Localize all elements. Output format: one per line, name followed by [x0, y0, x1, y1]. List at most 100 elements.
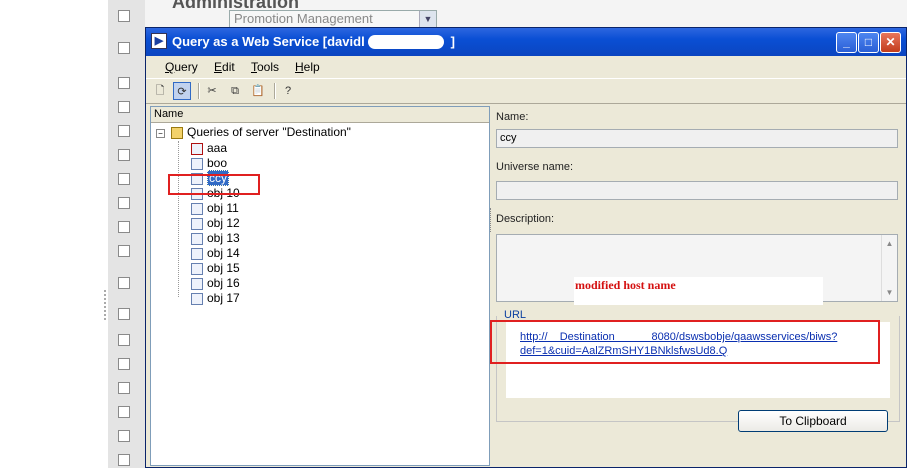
details-pane: Name: ccy Universe name: Description: ▲ … — [490, 106, 904, 466]
menu-tools[interactable]: Tools — [251, 60, 279, 74]
menu-accelerator: H — [295, 60, 304, 74]
tree-item[interactable]: obj 16 — [191, 276, 240, 291]
background-checkbox[interactable] — [118, 277, 130, 289]
cut-icon[interactable]: ✂ — [203, 82, 221, 100]
tree-item-label: obj 15 — [207, 261, 240, 275]
name-field[interactable]: ccy — [496, 129, 898, 148]
query-tree[interactable]: Name − Queries of server "Destination" a… — [150, 106, 490, 466]
tree-item-label: boo — [207, 156, 228, 170]
query-icon — [191, 262, 203, 275]
query-icon — [191, 232, 203, 245]
toolbar-separator — [198, 83, 200, 99]
background-checkbox-column — [108, 0, 145, 468]
scroll-up-icon[interactable]: ▲ — [883, 237, 896, 250]
toolbar: 🗋 ⟳ ✂ ⧉ 📋 ? — [146, 78, 906, 104]
menu-query[interactable]: Query — [165, 60, 198, 74]
tree-item[interactable]: obj 12 — [191, 216, 240, 231]
menu-label: uery — [174, 60, 198, 74]
maximize-button[interactable]: □ — [858, 32, 879, 53]
query-icon — [191, 217, 203, 230]
query-web-service-window: ▶ Query as a Web Service [davidl -] _ □ … — [145, 27, 907, 468]
new-doc-icon[interactable]: 🗋 — [151, 82, 169, 100]
background-checkbox[interactable] — [118, 77, 130, 89]
background-checkbox[interactable] — [118, 10, 130, 22]
background-checkbox[interactable] — [118, 430, 130, 442]
redacted-area — [368, 35, 444, 49]
copy-icon[interactable]: ⧉ — [226, 82, 244, 100]
background-checkbox[interactable] — [118, 221, 130, 233]
background-checkbox[interactable] — [118, 334, 130, 346]
tree-item-label: obj 16 — [207, 276, 240, 290]
query-icon — [191, 277, 203, 290]
background-checkbox[interactable] — [118, 101, 130, 113]
tree-guide — [178, 141, 179, 297]
description-scrollbar[interactable]: ▲ ▼ — [881, 235, 897, 301]
universe-field[interactable] — [496, 181, 898, 200]
scroll-down-icon[interactable]: ▼ — [883, 286, 896, 299]
tree-item-label: obj 17 — [207, 291, 240, 305]
background-checkbox[interactable] — [118, 382, 130, 394]
query-error-icon — [191, 142, 203, 155]
tree-item[interactable]: obj 15 — [191, 261, 240, 276]
splitter-grip[interactable] — [104, 290, 109, 320]
background-checkbox[interactable] — [118, 149, 130, 161]
maximize-icon: □ — [864, 35, 873, 49]
background-checkbox[interactable] — [118, 173, 130, 185]
minimize-icon: _ — [843, 35, 850, 49]
app-icon: ▶ — [151, 33, 167, 49]
menu-help[interactable]: Help — [295, 60, 320, 74]
tree-root-label: Queries of server "Destination" — [187, 125, 351, 139]
tree-item-label: obj 14 — [207, 246, 240, 260]
name-label: Name: — [496, 111, 529, 123]
tree-item[interactable]: obj 13 — [191, 231, 240, 246]
background-select[interactable]: Promotion Management ▼ — [229, 10, 437, 28]
background-checkbox[interactable] — [118, 454, 130, 466]
paste-icon[interactable]: 📋 — [249, 82, 267, 100]
annotation-text: modified host name — [574, 277, 823, 305]
window-title-text: Query as a Web Service [davidl - — [172, 34, 373, 49]
background-checkbox[interactable] — [118, 308, 130, 320]
menu-label: ools — [257, 60, 280, 74]
menu-accelerator: Q — [165, 60, 175, 74]
menu-label: elp — [303, 60, 320, 74]
menu-edit[interactable]: Edit — [214, 60, 235, 74]
collapse-icon[interactable]: − — [156, 129, 165, 138]
close-button[interactable]: ✕ — [880, 32, 901, 53]
background-panel — [0, 0, 108, 468]
chevron-down-icon[interactable]: ▼ — [419, 11, 436, 27]
toolbar-separator — [274, 83, 276, 99]
close-icon: ✕ — [885, 35, 896, 49]
background-select-value: Promotion Management — [234, 11, 373, 26]
tree-item-label: obj 13 — [207, 231, 240, 245]
background-checkbox[interactable] — [118, 197, 130, 209]
menu-accelerator: E — [214, 60, 223, 74]
query-icon — [191, 202, 203, 215]
refresh-icon[interactable]: ⟳ — [173, 82, 191, 100]
tree-header-name[interactable]: Name — [151, 107, 489, 123]
minimize-button[interactable]: _ — [836, 32, 857, 53]
tree-item[interactable]: obj 11 — [191, 201, 239, 216]
tree-item-label: aaa — [207, 141, 228, 155]
tree-item[interactable]: aaa — [191, 141, 227, 156]
background-checkbox[interactable] — [118, 125, 130, 137]
query-icon — [191, 292, 203, 305]
to-clipboard-button[interactable]: To Clipboard — [738, 410, 888, 432]
background-checkbox[interactable] — [118, 42, 130, 54]
query-icon — [191, 157, 203, 170]
tree-item[interactable]: obj 14 — [191, 246, 240, 261]
tree-item-label: obj 12 — [207, 216, 240, 230]
query-icon — [191, 247, 203, 260]
tree-item[interactable]: boo — [191, 156, 227, 171]
help-icon[interactable]: ? — [279, 82, 297, 100]
background-checkbox[interactable] — [118, 406, 130, 418]
background-checkbox[interactable] — [118, 245, 130, 257]
tree-item-label: obj 11 — [207, 201, 239, 215]
window-title-suffix: ] — [450, 34, 455, 49]
tree-item[interactable]: obj 17 — [191, 291, 240, 306]
tree-root[interactable]: Queries of server "Destination" — [171, 125, 351, 140]
universe-label: Universe name: — [496, 161, 574, 173]
background-checkbox[interactable] — [118, 358, 130, 370]
title-bar[interactable]: ▶ Query as a Web Service [davidl -] _ □ … — [146, 28, 906, 56]
menu-label: dit — [222, 60, 235, 74]
tree-highlight-box — [168, 174, 260, 195]
